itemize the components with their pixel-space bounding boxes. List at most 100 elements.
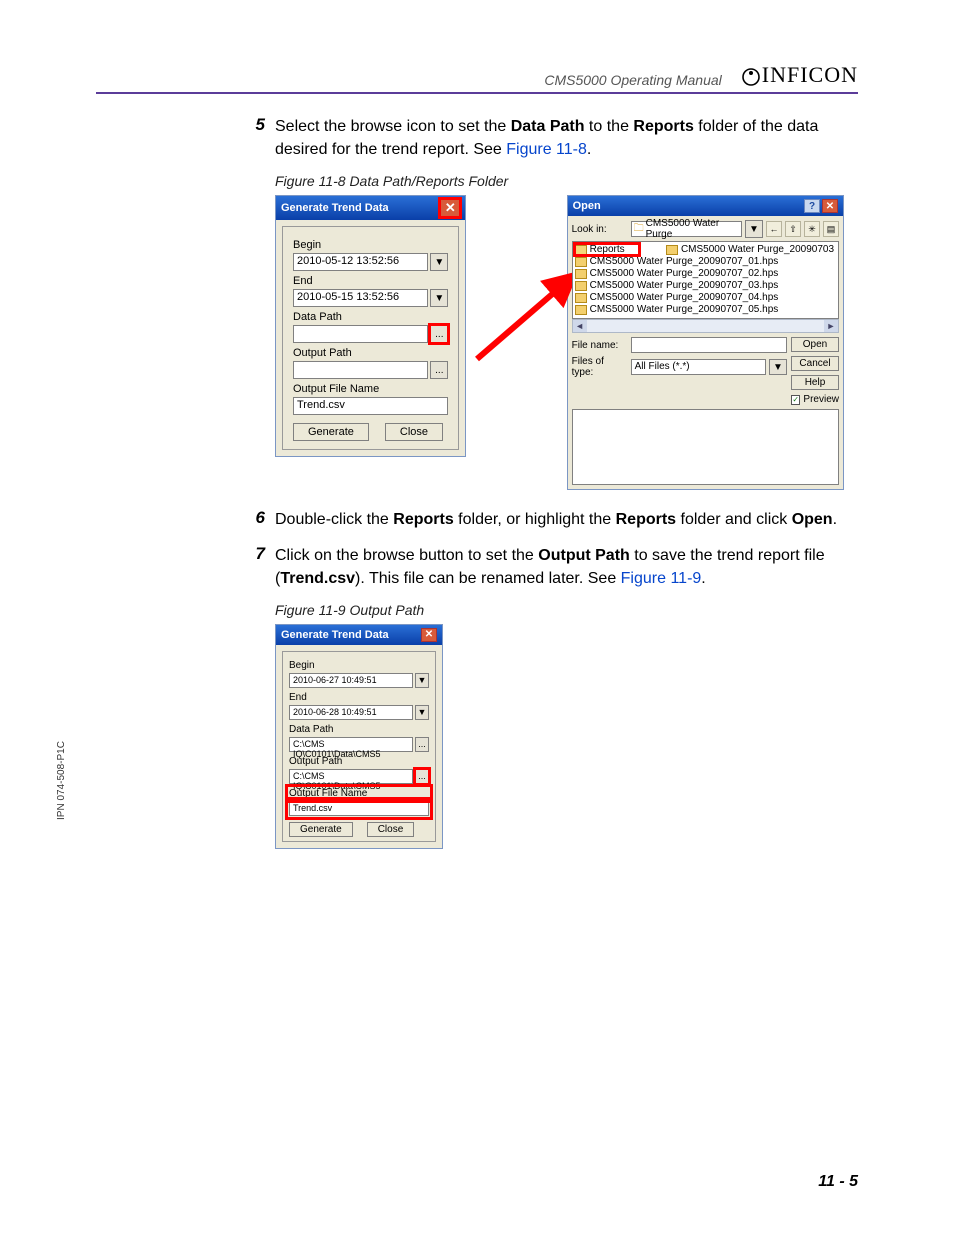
view-menu-icon[interactable]: ▤: [823, 221, 839, 237]
output-path-input[interactable]: C:\CMS IQ\C0101\Data\CMS5: [289, 769, 413, 784]
dropdown-icon[interactable]: ▼: [430, 253, 448, 271]
step-body: Select the browse icon to set the Data P…: [275, 115, 844, 161]
filename-input[interactable]: [631, 337, 787, 353]
file-item[interactable]: CMS5000 Water Purge_20090707_05.hps: [575, 304, 836, 315]
file-item[interactable]: CMS5000 Water Purge_20090707_04.hps: [575, 292, 836, 303]
end-label: End: [289, 692, 429, 703]
close-button[interactable]: Close: [367, 822, 415, 837]
brand-logo-icon: [742, 66, 760, 84]
folder-icon: 🗀: [634, 221, 644, 238]
generate-trend-dialog: Generate Trend Data ✕ Begin 2010-06-27 1…: [275, 624, 443, 849]
page-header: CMS5000 Operating Manual INFICON: [96, 62, 858, 94]
step-7: 7 Click on the browse button to set the …: [245, 544, 844, 590]
scroll-left-icon[interactable]: ◄: [573, 320, 587, 332]
step-6: 6 Double-click the Reports folder, or hi…: [245, 508, 844, 531]
output-file-label: Output File Name: [293, 383, 448, 395]
generate-button[interactable]: Generate: [289, 822, 353, 837]
data-path-label: Data Path: [293, 311, 448, 323]
dropdown-icon[interactable]: ▼: [415, 673, 429, 688]
browse-button[interactable]: [415, 769, 429, 784]
begin-label: Begin: [293, 239, 448, 251]
dialog-titlebar: Generate Trend Data ✕: [276, 625, 442, 645]
close-icon[interactable]: ✕: [421, 628, 437, 642]
open-button[interactable]: Open: [791, 337, 839, 352]
horizontal-scrollbar[interactable]: ◄ ►: [572, 319, 839, 333]
browse-button[interactable]: [415, 737, 429, 752]
dialog-titlebar: Generate Trend Data ✕: [276, 196, 465, 220]
side-ipn: IPN 074-508-P1C: [56, 741, 67, 820]
output-path-input[interactable]: [293, 361, 428, 379]
end-input[interactable]: 2010-06-28 10:49:51: [289, 705, 413, 720]
lookin-label: Look in:: [572, 224, 628, 235]
file-list[interactable]: Reports CMS5000 Water Purge_20090707_01.…: [572, 241, 839, 319]
file-icon: [575, 293, 587, 303]
filename-label: File name:: [572, 340, 628, 351]
generate-trend-dialog: Generate Trend Data ✕ Begin 2010-05-12 1…: [275, 195, 466, 457]
dialog-title: Generate Trend Data: [281, 629, 389, 641]
figure-11-9: Generate Trend Data ✕ Begin 2010-06-27 1…: [275, 624, 844, 849]
begin-input[interactable]: 2010-06-27 10:49:51: [289, 673, 413, 688]
dropdown-icon[interactable]: ▼: [769, 359, 787, 375]
end-input[interactable]: 2010-05-15 13:52:56: [293, 289, 428, 307]
file-icon: [666, 245, 678, 255]
folder-icon: [575, 245, 587, 255]
step-number: 7: [245, 544, 275, 590]
preview-checkbox[interactable]: ✓ Preview: [791, 394, 839, 405]
step-body: Double-click the Reports folder, or high…: [275, 508, 837, 531]
close-icon[interactable]: ✕: [822, 199, 838, 213]
preview-pane: [572, 409, 839, 485]
generate-button[interactable]: Generate: [293, 423, 369, 441]
figure-caption: Figure 11-8 Data Path/Reports Folder: [275, 173, 844, 189]
dropdown-icon[interactable]: ▼: [745, 220, 763, 238]
dialog-titlebar: Open ? ✕: [568, 196, 843, 216]
output-file-label: Output File Name: [289, 788, 429, 799]
close-button[interactable]: Close: [385, 423, 443, 441]
file-icon: [575, 269, 587, 279]
figure-link[interactable]: Figure 11-8: [506, 141, 587, 158]
begin-input[interactable]: 2010-05-12 13:52:56: [293, 253, 428, 271]
figure-11-8: Generate Trend Data ✕ Begin 2010-05-12 1…: [275, 195, 844, 490]
data-path-input[interactable]: C:\CMS IQ\C0101\Data\CMS5: [289, 737, 413, 752]
scroll-right-icon[interactable]: ►: [824, 320, 838, 332]
browse-button[interactable]: [430, 325, 448, 343]
output-path-label: Output Path: [293, 347, 448, 359]
file-item[interactable]: CMS5000 Water Purge_20090703: [666, 244, 834, 255]
help-icon[interactable]: ?: [804, 199, 820, 213]
data-path-input[interactable]: [293, 325, 428, 343]
brand: INFICON: [742, 62, 858, 88]
output-file-input[interactable]: Trend.csv: [289, 801, 429, 816]
data-path-label: Data Path: [289, 724, 429, 735]
figure-link[interactable]: Figure 11-9: [621, 570, 702, 587]
folder-item[interactable]: Reports: [575, 244, 639, 255]
file-item[interactable]: CMS5000 Water Purge_20090707_02.hps: [575, 268, 836, 279]
back-icon[interactable]: ←: [766, 221, 782, 237]
cancel-button[interactable]: Cancel: [791, 356, 839, 371]
dropdown-icon[interactable]: ▼: [430, 289, 448, 307]
step-number: 5: [245, 115, 275, 161]
checkbox-icon: ✓: [791, 395, 800, 405]
figure-caption: Figure 11-9 Output Path: [275, 602, 844, 618]
lookin-select[interactable]: 🗀 CMS5000 Water Purge: [631, 221, 742, 237]
up-one-level-icon[interactable]: ⇧: [785, 221, 801, 237]
step-number: 6: [245, 508, 275, 531]
step-5: 5 Select the browse icon to set the Data…: [245, 115, 844, 161]
dialog-title: Open: [573, 200, 601, 212]
file-icon: [575, 281, 587, 291]
dropdown-icon[interactable]: ▼: [415, 705, 429, 720]
main-content: 5 Select the browse icon to set the Data…: [245, 115, 844, 867]
close-icon[interactable]: ✕: [440, 199, 460, 217]
open-dialog: Open ? ✕ Look in: 🗀 CMS5000 Water Purge …: [567, 195, 844, 490]
file-item[interactable]: CMS5000 Water Purge_20090707_03.hps: [575, 280, 836, 291]
filetype-select[interactable]: All Files (*.*): [631, 359, 766, 375]
step-body: Click on the browse button to set the Ou…: [275, 544, 844, 590]
brand-name: INFICON: [762, 62, 858, 88]
browse-button[interactable]: [430, 361, 448, 379]
new-folder-icon[interactable]: ✳: [804, 221, 820, 237]
help-button[interactable]: Help: [791, 375, 839, 390]
page-number: 11 - 5: [818, 1173, 858, 1191]
file-item[interactable]: CMS5000 Water Purge_20090707_01.hps: [575, 256, 836, 267]
output-file-input[interactable]: Trend.csv: [293, 397, 448, 415]
doc-title: CMS5000 Operating Manual: [544, 72, 721, 88]
filetype-label: Files of type:: [572, 356, 628, 378]
end-label: End: [293, 275, 448, 287]
